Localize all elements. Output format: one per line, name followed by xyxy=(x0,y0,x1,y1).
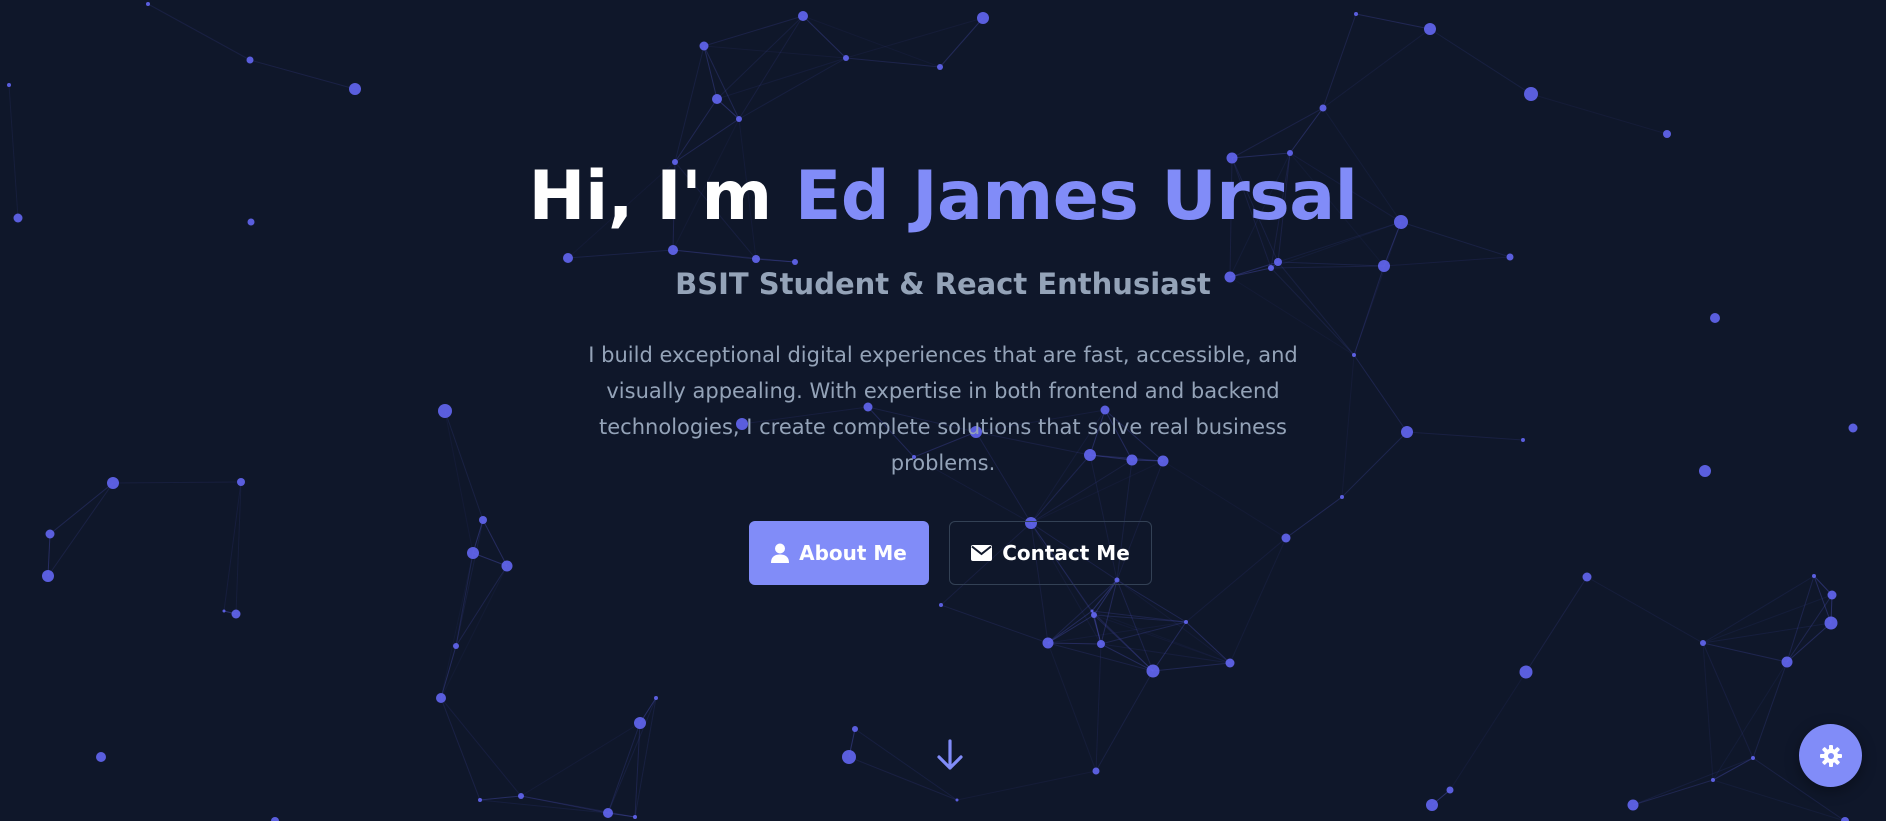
user-icon xyxy=(771,543,790,563)
hero-section: Hi, I'm Ed James Ursal BSIT Student & Re… xyxy=(0,0,1886,821)
contact-me-button[interactable]: Contact Me xyxy=(949,521,1152,585)
arrow-down-icon[interactable] xyxy=(935,738,965,772)
settings-button[interactable] xyxy=(1799,724,1862,787)
hero-title: Hi, I'm Ed James Ursal xyxy=(0,152,1886,242)
about-me-button[interactable]: About Me xyxy=(749,521,929,585)
hero-bio: I build exceptional digital experiences … xyxy=(588,343,1298,475)
gear-icon xyxy=(1819,744,1842,767)
about-me-label: About Me xyxy=(799,541,907,565)
title-prefix: Hi, I'm xyxy=(528,157,795,236)
contact-me-label: Contact Me xyxy=(1002,541,1130,565)
hero-subtitle: BSIT Student & React Enthusiast xyxy=(675,267,1211,301)
title-name: Ed James Ursal xyxy=(794,157,1358,236)
hero-content: Hi, I'm Ed James Ursal BSIT Student & Re… xyxy=(0,0,1886,821)
envelope-icon xyxy=(971,545,993,561)
